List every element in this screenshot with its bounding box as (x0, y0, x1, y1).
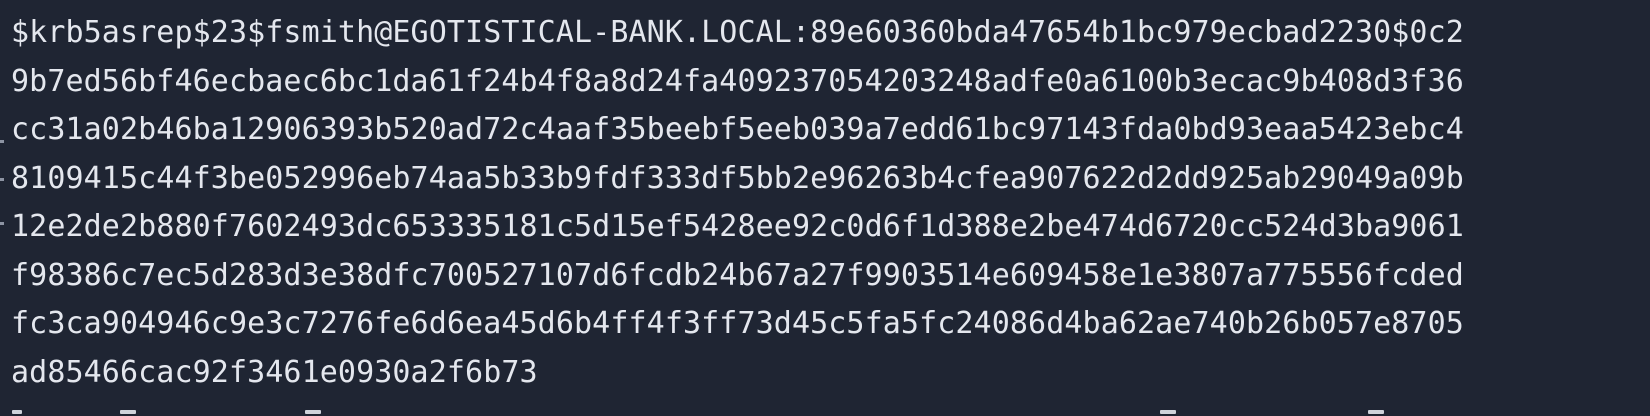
terminal-output-line: ad85466cac92f3461e0930a2f6b73 (11, 354, 538, 390)
terminal-output-line: 8109415c44f3be052996eb74aa5b33b9fdf333df… (11, 160, 1464, 196)
terminal-output-line: fc3ca904946c9e3c7276fe6d6ea45d6b4ff4f3ff… (11, 306, 1464, 341)
terminal-output-line: f98386c7ec5d283d3e38dfc700527107d6fcdb24… (11, 257, 1464, 293)
partially-visible-next-line (0, 410, 1650, 416)
gutter-marker (0, 222, 4, 225)
gutter-marker (0, 140, 4, 143)
terminal-output-line: $krb5asrep$23$fsmith@EGOTISTICAL-BANK.LO… (11, 15, 1464, 50)
terminal-output-line: cc31a02b46ba12906393b520ad72c4aaf35beebf… (11, 112, 1464, 147)
gutter-marker (0, 178, 4, 181)
terminal-window[interactable]: $krb5asrep$23$fsmith@EGOTISTICAL-BANK.LO… (0, 0, 1650, 416)
terminal-output-line: 9b7ed56bf46ecbaec6bc1da61f24b4f8a8d24fa4… (11, 63, 1464, 99)
terminal-output-line: 12e2de2b880f7602493dc653335181c5d15ef542… (11, 209, 1464, 244)
